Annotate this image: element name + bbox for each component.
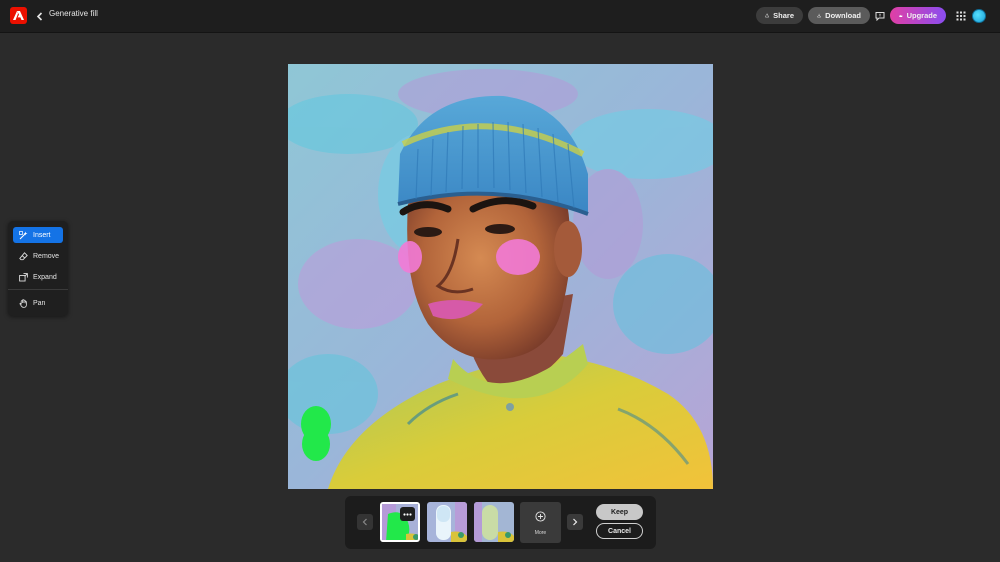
tool-remove[interactable]: Remove <box>13 248 63 264</box>
apps-grid-icon[interactable] <box>955 10 967 22</box>
chevron-left-icon <box>362 518 367 526</box>
variation-thumbnail-2[interactable] <box>427 502 467 542</box>
back-chevron-icon[interactable] <box>33 8 45 24</box>
tool-panel: Insert Remove Expand Pan <box>8 221 68 316</box>
upgrade-button[interactable]: Upgrade <box>890 7 946 24</box>
variation-thumbnail-1[interactable] <box>380 502 420 542</box>
more-variations-button[interactable]: More <box>520 502 561 543</box>
page-title: Generative fill <box>49 9 98 18</box>
insert-brush-icon <box>19 230 28 239</box>
tool-insert[interactable]: Insert <box>13 227 63 243</box>
variation-options-button[interactable] <box>400 507 415 521</box>
chevron-right-icon <box>573 518 578 526</box>
tool-pan[interactable]: Pan <box>13 295 63 311</box>
tool-expand[interactable]: Expand <box>13 269 63 285</box>
tool-expand-label: Expand <box>33 273 57 281</box>
download-button[interactable]: Download <box>808 7 870 24</box>
upgrade-label: Upgrade <box>906 11 937 20</box>
more-dots-icon <box>403 512 412 516</box>
variations-bar: More Keep Cancel <box>345 496 656 549</box>
feedback-icon[interactable] <box>874 10 886 22</box>
cancel-button[interactable]: Cancel <box>596 523 643 539</box>
more-label: More <box>534 530 547 536</box>
share-icon <box>765 13 769 18</box>
expand-icon <box>19 272 28 281</box>
tool-pan-label: Pan <box>33 299 46 307</box>
eraser-icon <box>19 251 28 260</box>
tool-divider <box>8 289 68 290</box>
hand-icon <box>19 298 27 308</box>
avatar[interactable] <box>972 9 986 23</box>
tool-insert-label: Insert <box>33 231 51 239</box>
download-label: Download <box>825 11 861 20</box>
variation-3-preview <box>474 502 514 542</box>
tool-remove-label: Remove <box>33 252 60 260</box>
share-label: Share <box>773 11 794 20</box>
variation-thumbnail-3[interactable] <box>474 502 514 542</box>
top-bar: Generative fill Share Download Upgrade <box>0 0 1000 33</box>
download-icon <box>817 13 821 18</box>
plus-circle-icon <box>535 511 546 522</box>
keep-button[interactable]: Keep <box>596 504 643 520</box>
adobe-logo-icon[interactable] <box>10 7 27 24</box>
canvas-image[interactable] <box>288 64 713 489</box>
variation-2-preview <box>427 502 467 542</box>
crown-icon <box>899 14 903 17</box>
next-variation-button[interactable] <box>567 514 583 530</box>
portrait-illustration <box>288 64 713 489</box>
share-button[interactable]: Share <box>756 7 803 24</box>
previous-variation-button[interactable] <box>357 514 373 530</box>
